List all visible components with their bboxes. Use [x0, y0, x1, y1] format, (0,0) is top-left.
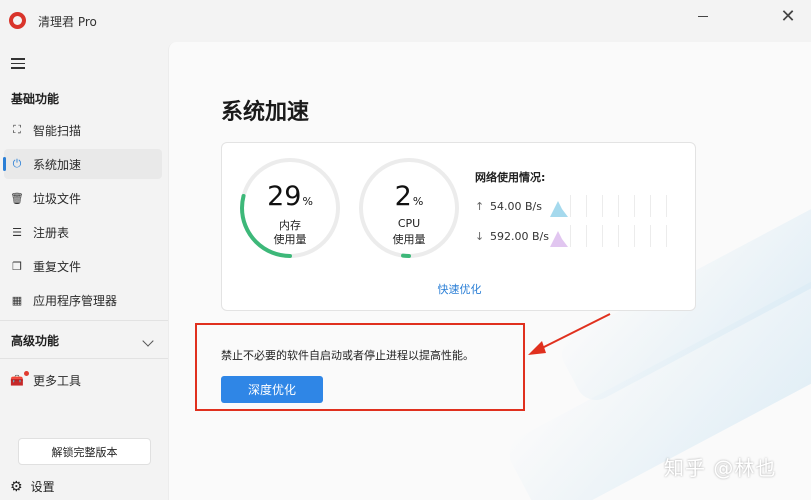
sparkline-gridline: [634, 195, 635, 217]
sidebar-divider: [0, 358, 168, 359]
sparkline-gridline: [650, 195, 651, 217]
status-card: 29% 内存 使用量 2% CPU 使用量 网络使用情况: ↑ 54.00 B/…: [221, 142, 696, 311]
main-panel: 系统加速 29% 内存 使用量 2% CPU 使用量 网络使用情况: ↑ 54.…: [168, 42, 811, 500]
arrow-down-icon: ↓: [475, 230, 485, 243]
gear-icon: ⚙: [10, 478, 23, 495]
memory-usage-label: 使用量: [273, 233, 307, 246]
sparkline-gridline: [586, 225, 587, 247]
chevron-down-icon[interactable]: [142, 335, 154, 347]
sidebar-item-duplicate-files[interactable]: ❐ 重复文件: [4, 251, 162, 281]
memory-usage-value: 29%: [267, 181, 313, 212]
upload-speed: ↑ 54.00 B/s: [475, 200, 542, 213]
unlock-full-version-button[interactable]: 解锁完整版本: [18, 438, 151, 465]
sidebar-item-label: 注册表: [33, 225, 70, 240]
page-title: 系统加速: [221, 100, 310, 125]
sidebar-item-smart-scan[interactable]: ⛶ 智能扫描: [4, 115, 162, 145]
sidebar-item-label: 应用程序管理器: [33, 293, 118, 308]
download-sparkline: [550, 225, 670, 247]
basic-section-title: 基础功能: [11, 92, 60, 106]
app-title: 清理君 Pro: [38, 15, 97, 29]
sparkline-gridline: [602, 195, 603, 217]
sparkline-spike: [550, 201, 568, 217]
cpu-gauge: 2% CPU 使用量: [357, 156, 461, 260]
sidebar-item-registry[interactable]: ☰ 注册表: [4, 217, 162, 247]
minimize-icon: [698, 15, 708, 17]
sparkline-spike: [550, 231, 568, 247]
cpu-label: CPU: [397, 217, 421, 230]
sidebar-item-system-boost[interactable]: ⏻ 系统加速: [3, 149, 162, 179]
sidebar-item-label: 系统加速: [33, 157, 82, 172]
settings-button[interactable]: ⚙ 设置: [10, 478, 55, 495]
toolbox-icon: 🧰: [10, 371, 29, 387]
sidebar-item-app-manager[interactable]: ▦ 应用程序管理器: [4, 285, 162, 315]
sidebar-item-more-tools[interactable]: 🧰 更多工具: [4, 365, 162, 395]
grid-icon: ▦: [11, 293, 23, 307]
sparkline-gridline: [650, 225, 651, 247]
close-icon: ✕: [780, 5, 796, 27]
memory-gauge: 29% 内存 使用量: [238, 156, 342, 260]
arrow-up-icon: ↑: [475, 200, 485, 213]
upload-speed-value: 54.00 B/s: [490, 200, 542, 213]
upload-sparkline: [550, 195, 670, 217]
title-bar: 清理君 Pro ✕: [0, 0, 811, 40]
sparkline-gridline: [586, 195, 587, 217]
sparkline-gridline: [618, 195, 619, 217]
minimize-button[interactable]: [680, 0, 726, 32]
scan-icon: ⛶: [13, 123, 21, 136]
sidebar-item-junk-files[interactable]: 🗑 垃圾文件: [4, 183, 162, 213]
hamburger-icon[interactable]: [11, 58, 25, 72]
watermark: 知乎 @林也: [664, 456, 777, 480]
download-speed: ↓ 592.00 B/s: [475, 230, 549, 243]
sparkline-gridline: [634, 225, 635, 247]
trash-icon: 🗑: [10, 191, 24, 205]
sidebar-item-label: 垃圾文件: [33, 191, 82, 206]
settings-label: 设置: [30, 480, 55, 494]
sidebar-item-label: 智能扫描: [33, 123, 82, 138]
sidebar-divider: [0, 320, 168, 321]
sidebar: 基础功能 ⛶ 智能扫描 ⏻ 系统加速 🗑 垃圾文件 ☰ 注册表 ❐ 重复文件 ▦…: [0, 40, 168, 500]
sidebar-item-label: 更多工具: [33, 373, 82, 388]
advanced-section-title[interactable]: 高级功能: [11, 332, 59, 349]
sparkline-gridline: [618, 225, 619, 247]
copy-icon: ❐: [12, 259, 22, 273]
download-speed-value: 592.00 B/s: [490, 230, 549, 243]
cpu-usage-value: 2%: [394, 181, 424, 212]
sparkline-gridline: [666, 225, 667, 247]
notification-dot: [24, 371, 29, 376]
power-icon: ⏻: [12, 157, 22, 170]
quick-optimize-link[interactable]: 快速优化: [222, 281, 697, 297]
annotation-highlight-box: [195, 323, 525, 411]
network-usage-title: 网络使用情况:: [475, 171, 546, 184]
sparkline-gridline: [666, 195, 667, 217]
sparkline-gridline: [602, 225, 603, 247]
registry-icon: ☰: [12, 225, 22, 239]
close-button[interactable]: ✕: [765, 0, 811, 32]
app-logo-icon: [9, 12, 26, 29]
cpu-usage-label: 使用量: [392, 233, 426, 246]
sidebar-item-label: 重复文件: [33, 259, 82, 274]
annotation-arrow: [528, 313, 611, 355]
